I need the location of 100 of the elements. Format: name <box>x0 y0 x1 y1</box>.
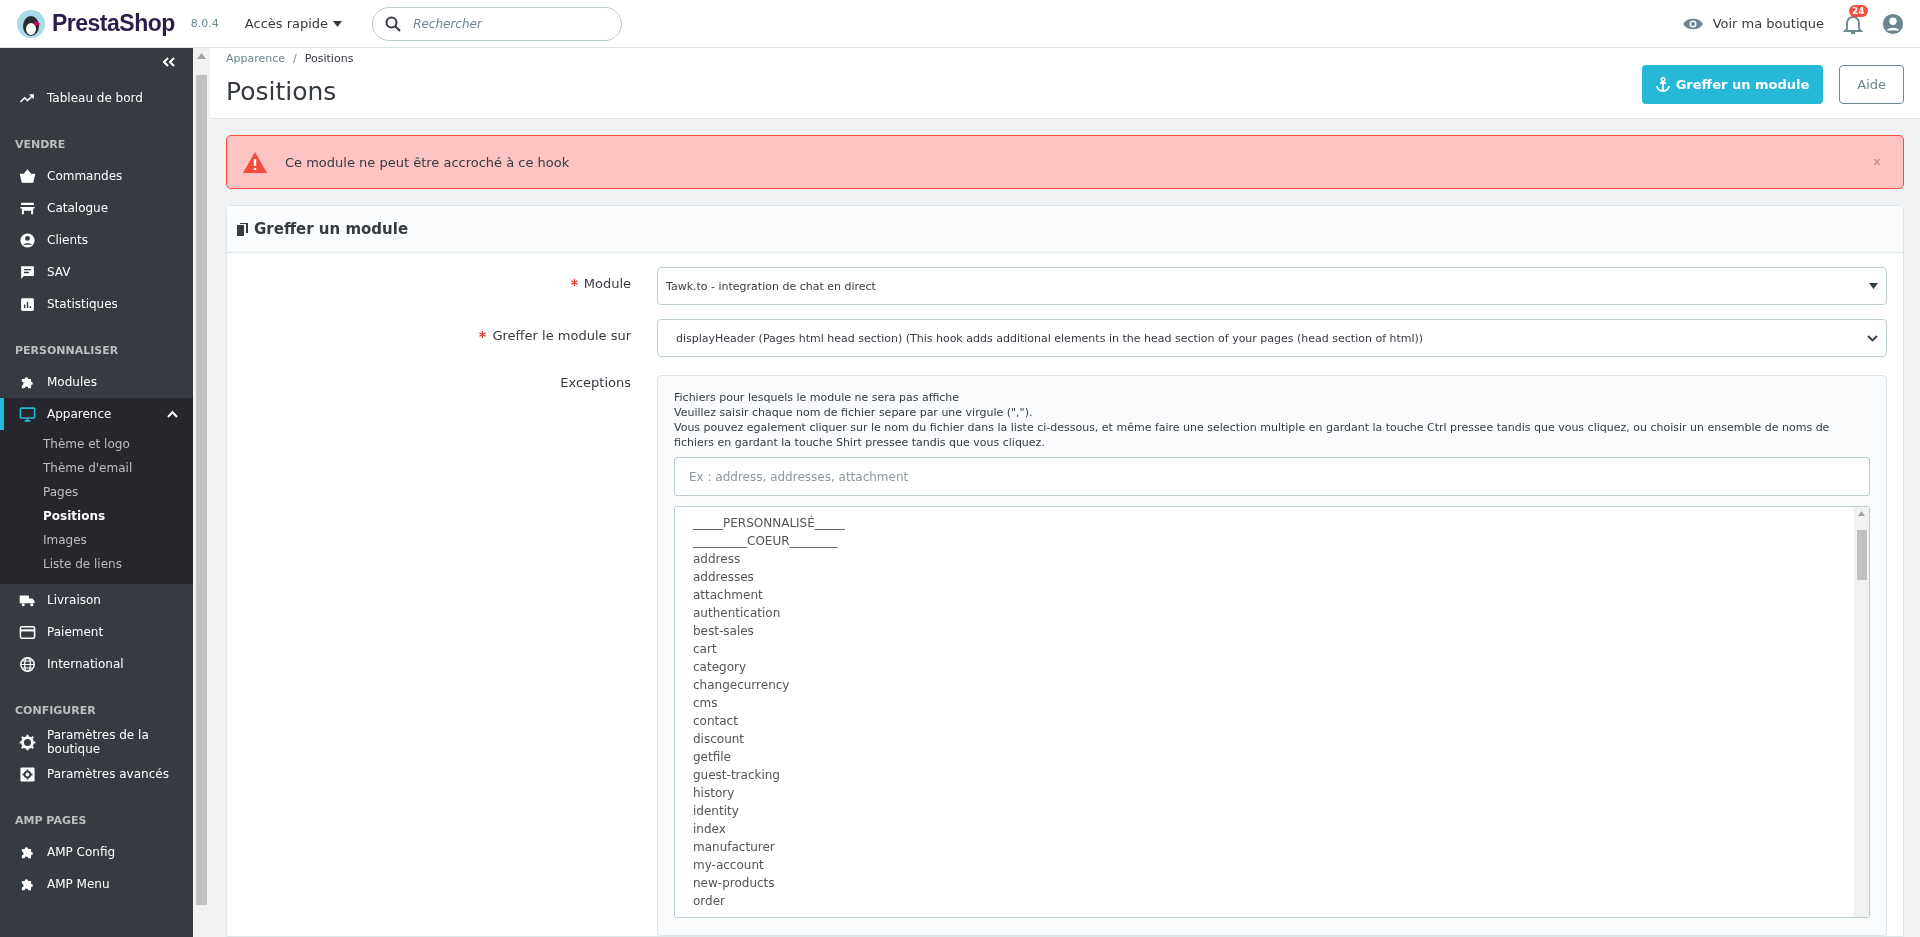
submenu-item[interactable]: Pages <box>0 480 193 504</box>
sidebar-label: AMP Config <box>47 845 117 859</box>
list-option[interactable]: cms <box>693 694 1836 712</box>
sidebar-item[interactable]: Clients <box>0 224 193 256</box>
list-option[interactable]: contact <box>693 712 1836 730</box>
sidebar-item[interactable]: Commandes <box>0 160 193 192</box>
account-icon[interactable] <box>1882 12 1904 35</box>
sidebar-item[interactable]: Statistiques <box>0 288 193 320</box>
list-option[interactable]: authentication <box>693 604 1836 622</box>
warning-icon <box>243 151 267 173</box>
scroll-up-icon[interactable] <box>197 53 206 59</box>
sidebar-label: International <box>47 657 125 671</box>
sidebar-label: SAV <box>47 265 72 279</box>
section-heading: VENDRE <box>14 137 67 153</box>
select-field[interactable]: displayHeader (Pages html head section) (This hook adds additional elements in the head section of your pages (head section of html)) <box>657 319 1887 357</box>
file-list[interactable] <box>674 506 1870 918</box>
list-option[interactable]: getfile <box>693 748 1836 766</box>
sidebar-item[interactable]: SAV <box>0 256 193 288</box>
section-heading: PERSONNALISER <box>14 343 120 359</box>
list-option[interactable]: _____PERSONNALISÉ_____ <box>693 514 1836 532</box>
section-heading: AMP PAGES <box>14 813 88 829</box>
list-option[interactable]: category <box>693 658 1836 676</box>
breadcrumb-item: Positions <box>304 52 354 65</box>
help-text: Vous pouvez egalement cliquer sur le nom du fichier dans la liste ci-dessous, et même faire une selection multiple en gardant la touche Ctrl pressee tandis que vous cliquez, ou choisir un ensemble de noms de fichiers en gardant la touche Shirt pressee tandis que vous cliquez. <box>674 420 1831 450</box>
chat-icon <box>19 263 36 281</box>
list-option[interactable]: guest-tracking <box>693 766 1836 784</box>
sidebar-item[interactable]: Livraison <box>0 584 193 616</box>
basket-icon <box>19 167 36 185</box>
sidebar-item[interactable]: AMP Menu <box>0 868 193 900</box>
breadcrumb-item[interactable]: Apparence <box>226 52 286 65</box>
select-field[interactable]: Tawk.to - integration de chat en direct <box>657 267 1887 305</box>
breadcrumb-separator: / <box>293 52 297 65</box>
scrollbar-thumb[interactable] <box>1856 530 1867 580</box>
list-option[interactable]: identity <box>693 802 1836 820</box>
submenu-item[interactable]: Thème d'email <box>0 456 193 480</box>
sidebar-item[interactable]: Tableau de bord <box>0 82 193 114</box>
anchor-icon <box>1655 77 1670 92</box>
list-option[interactable]: discount <box>693 730 1836 748</box>
person-icon <box>19 231 36 249</box>
alert-message: Ce module ne peut être accroché à ce hook <box>285 154 571 170</box>
exceptions-input[interactable]: Ex : address, addresses, attachment <box>674 457 1870 496</box>
list-option[interactable]: order <box>693 892 1836 910</box>
logo-icon <box>16 8 46 39</box>
sidebar-item[interactable]: Modules <box>0 366 193 398</box>
list-option[interactable]: _________COEUR________ <box>693 532 1836 550</box>
submenu-item[interactable]: Liste de liens <box>0 552 193 576</box>
submenu-item[interactable]: Thème et logo <box>0 432 193 456</box>
chevron-down-icon <box>1867 334 1878 342</box>
sidebar-item[interactable]: Catalogue <box>0 192 193 224</box>
field-label: Greffer le module sur <box>492 328 631 343</box>
list-option[interactable]: new-products <box>693 874 1836 892</box>
collapse-icon[interactable] <box>163 57 175 67</box>
section-heading: CONFIGURER <box>14 703 97 719</box>
sidebar-item[interactable]: Apparence <box>0 398 193 430</box>
sidebar-label: Paramètres avancés <box>47 767 170 781</box>
help-text: Fichiers pour lesquels le module ne sera pas affiche <box>674 390 961 405</box>
list-option[interactable]: address <box>693 550 1836 568</box>
copy-icon <box>237 222 249 236</box>
list-option[interactable]: manufacturer <box>693 838 1836 856</box>
sidebar-label: Paramètres de la boutique <box>47 728 150 756</box>
help-text: Veuillez saisir chaque nom de fichier separe par une virgule (","). <box>674 405 1034 420</box>
scrollbar-thumb[interactable] <box>196 75 207 905</box>
sidebar-label: Clients <box>47 233 89 247</box>
sidebar-label: Tableau de bord <box>47 91 144 105</box>
quick-access-menu[interactable]: Accès rapide <box>244 16 343 31</box>
sidebar-item[interactable]: Paramètres avancés <box>0 758 193 790</box>
sidebar-label: AMP Menu <box>47 877 111 891</box>
sidebar-item[interactable]: Paramètres de la boutique <box>0 726 193 758</box>
help-button[interactable]: Aide <box>1839 65 1904 104</box>
caret-icon <box>1869 283 1878 289</box>
list-option[interactable]: index <box>693 820 1836 838</box>
submenu-item[interactable]: Images <box>0 528 193 552</box>
list-option[interactable]: attachment <box>693 586 1836 604</box>
sidebar-label: Catalogue <box>47 201 110 215</box>
monitor-icon <box>19 405 36 423</box>
globe-icon <box>19 655 36 673</box>
panel-title: Greffer un module <box>254 220 409 238</box>
list-option[interactable]: addresses <box>693 568 1836 586</box>
search-field[interactable]: Rechercher <box>372 6 623 41</box>
sidebar-label: Livraison <box>47 593 102 607</box>
page-title: Positions <box>226 77 338 106</box>
caret-icon <box>333 20 343 27</box>
field-label: Exceptions <box>560 375 631 390</box>
view-shop-link[interactable]: Voir ma boutique <box>1712 16 1824 31</box>
list-option[interactable]: changecurrency <box>693 676 1836 694</box>
submenu-item[interactable]: Positions <box>0 504 193 528</box>
list-option[interactable]: cart <box>693 640 1836 658</box>
field-label: Module <box>583 276 631 291</box>
list-option[interactable]: history <box>693 784 1836 802</box>
list-option[interactable]: best-sales <box>693 622 1836 640</box>
scroll-up-icon[interactable] <box>1858 511 1865 516</box>
sidebar-label: Modules <box>47 375 98 389</box>
sidebar-item[interactable]: Paiement <box>0 616 193 648</box>
sidebar-item[interactable]: AMP Config <box>0 836 193 868</box>
list-option[interactable]: my-account <box>693 856 1836 874</box>
sidebar-item[interactable]: International <box>0 648 193 680</box>
sidebar-label: Apparence <box>47 407 113 421</box>
card-icon <box>19 623 36 641</box>
sidebar-label: Statistiques <box>47 297 119 311</box>
logo-text: PrestaShop <box>52 10 175 37</box>
